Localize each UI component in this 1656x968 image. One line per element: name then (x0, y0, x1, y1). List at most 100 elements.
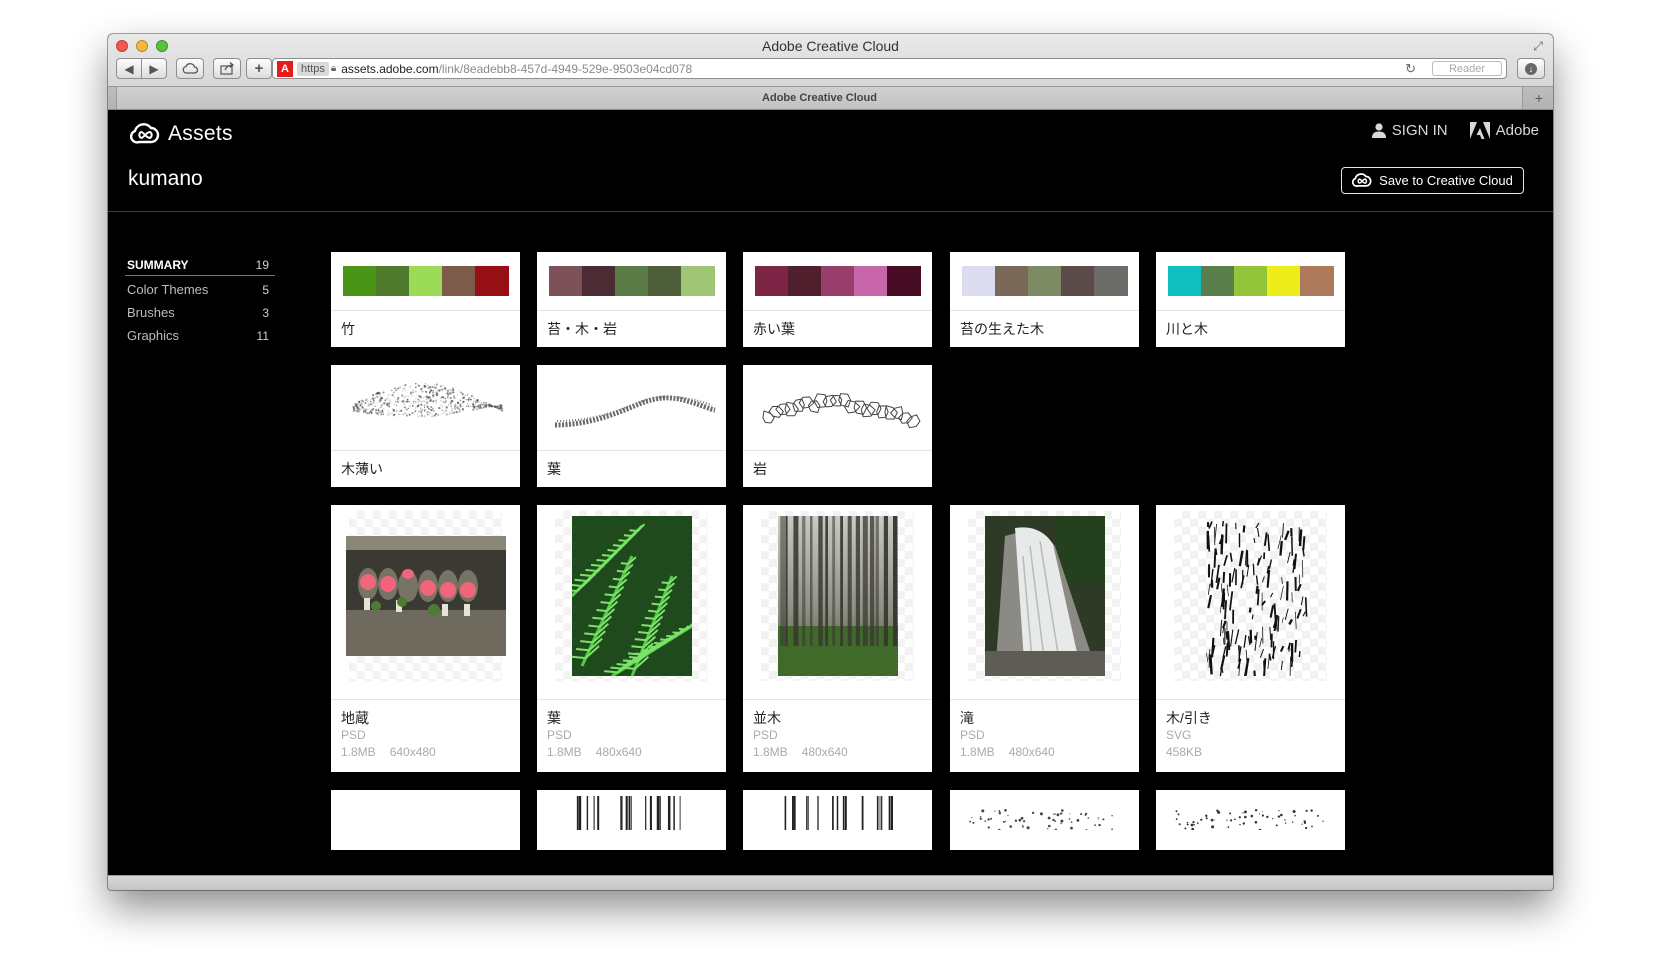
tab-bar: Adobe Creative Cloud + (108, 86, 1553, 109)
color-swatch (1027, 266, 1062, 296)
adobe-link[interactable]: Adobe (1469, 122, 1539, 139)
plus-icon: + (254, 60, 264, 77)
color-swatches (342, 266, 509, 296)
browser-status-bar (108, 875, 1553, 890)
brush-card[interactable]: 岩 (743, 365, 932, 487)
brush-stroke-cloud (352, 382, 504, 418)
graphic-card[interactable]: 木/引き SVG 458KB (1156, 505, 1345, 772)
theme-title: 苔の生えた木 (960, 321, 1044, 337)
graphic-card-partial[interactable] (950, 790, 1139, 850)
color-swatch (1233, 266, 1268, 296)
color-swatch (648, 266, 682, 296)
graphic-card[interactable]: 滝 PSD 1.8MB 480x640 (950, 505, 1139, 772)
file-info: 1.8MB 640x480 (341, 744, 510, 761)
color-theme-card[interactable]: 苔の生えた木 (950, 252, 1139, 347)
graphic-title: 葉 (547, 710, 561, 726)
sidebar-item-label: Brushes (127, 305, 175, 320)
file-dimensions: 480x640 (595, 745, 642, 759)
sign-in-link[interactable]: SIGN IN (1371, 122, 1448, 139)
save-to-creative-cloud-button[interactable]: Save to Creative Cloud (1341, 167, 1524, 194)
add-bookmark-button[interactable]: + (246, 58, 272, 79)
downloads-button[interactable]: ↓ (1517, 58, 1545, 79)
file-size: 1.8MB (960, 745, 995, 759)
sidebar-item-label: Color Themes (127, 282, 209, 297)
reader-button[interactable]: Reader (1432, 61, 1502, 76)
graphic-card-partial[interactable] (743, 790, 932, 850)
brush-stroke-wave (554, 395, 716, 428)
brush-card[interactable]: 木薄い (331, 365, 520, 487)
color-theme-card[interactable]: 川と木 (1156, 252, 1345, 347)
color-swatch (961, 266, 995, 296)
file-type: PSD (547, 728, 572, 742)
file-info: 1.8MB 480x640 (753, 744, 922, 761)
file-info: 458KB (1166, 744, 1335, 761)
swatch-area (1156, 252, 1345, 311)
assets-logo[interactable]: Assets (130, 122, 233, 146)
graphic-meta: 葉 PSD 1.8MB 480x640 (537, 700, 726, 761)
file-size: 1.8MB (341, 745, 376, 759)
color-swatch (1267, 266, 1301, 296)
window-title: Adobe Creative Cloud (762, 38, 899, 54)
brush-card[interactable]: 葉 (537, 365, 726, 487)
fern-thumbnail (571, 516, 692, 676)
file-size: 1.8MB (547, 745, 582, 759)
cloud-icon (182, 63, 198, 74)
theme-title: 赤い葉 (753, 321, 795, 337)
color-swatch (1300, 266, 1334, 296)
forest-thumbnail (777, 516, 898, 676)
graphic-meta: 並木 PSD 1.8MB 480x640 (743, 700, 932, 761)
folder-title: kumano (128, 167, 203, 190)
file-type: SVG (1166, 728, 1192, 742)
color-swatch (1167, 266, 1201, 296)
file-size: 1.8MB (753, 745, 788, 759)
sidebar-item-brushes[interactable]: Brushes 3 (125, 301, 275, 324)
color-theme-card[interactable]: 竹 (331, 252, 520, 347)
sidebar-item-color-themes[interactable]: Color Themes 5 (125, 278, 275, 301)
graphic-meta: 地蔵 PSD 1.8MB 640x480 (331, 700, 520, 761)
new-tab-button[interactable]: + (1527, 88, 1551, 108)
graphic-card-partial[interactable] (1156, 790, 1345, 850)
file-dimensions: 480x640 (801, 745, 848, 759)
adobe-label: Adobe (1495, 122, 1539, 139)
color-swatch (442, 266, 476, 296)
graphic-card-partial[interactable] (331, 790, 520, 850)
address-bar[interactable]: A https 🔒︎ assets.adobe.com/link/8eadebb… (272, 58, 1507, 79)
sidebar-item-label: Graphics (127, 328, 180, 343)
graphic-card[interactable]: 並木 PSD 1.8MB 480x640 (743, 505, 932, 772)
user-icon (1371, 123, 1386, 138)
forward-button[interactable]: ▶ (141, 58, 167, 79)
creative-cloud-icon (1352, 173, 1372, 187)
brush-preview (537, 365, 726, 451)
browser-window: Adobe Creative Cloud ⤢ ◀ ▶ + A https 🔒︎ … (108, 34, 1553, 890)
swatch-area (537, 252, 726, 311)
reload-icon[interactable]: ↻ (1405, 61, 1416, 77)
graphic-card-partial[interactable] (537, 790, 726, 850)
back-button[interactable]: ◀ (116, 58, 142, 79)
icloud-tabs-button[interactable] (176, 58, 204, 79)
sidebar-item-count: 19 (255, 257, 269, 272)
color-theme-card[interactable]: 赤い葉 (743, 252, 932, 347)
sidebar-item-graphics[interactable]: Graphics 11 (125, 324, 275, 347)
browser-chrome: Adobe Creative Cloud ⤢ ◀ ▶ + A https 🔒︎ … (108, 34, 1553, 110)
file-info: 1.8MB 480x640 (960, 744, 1129, 761)
lock-icon: 🔒︎ (330, 63, 337, 74)
graphic-card[interactable]: 葉 PSD 1.8MB 480x640 (537, 505, 726, 772)
graphic-preview (743, 505, 932, 700)
share-icon (219, 62, 234, 75)
url-host: assets.adobe.com (341, 61, 439, 76)
color-swatch (994, 266, 1028, 296)
brush-title: 岩 (753, 461, 767, 477)
color-swatch (375, 266, 409, 296)
header-divider (108, 211, 1553, 212)
sidebar-item-summary[interactable]: SUMMARY 19 (125, 254, 275, 276)
brush-title: 葉 (547, 461, 561, 477)
color-theme-card[interactable]: 苔・木・岩 (537, 252, 726, 347)
graphic-card[interactable]: 地蔵 PSD 1.8MB 640x480 (331, 505, 520, 772)
save-button-label: Save to Creative Cloud (1379, 173, 1513, 188)
graphic-title: 木/引き (1166, 710, 1212, 726)
share-button[interactable] (213, 58, 241, 79)
tab-adobe-creative-cloud[interactable]: Adobe Creative Cloud (116, 87, 1523, 109)
download-icon: ↓ (1525, 62, 1537, 75)
fullscreen-icon[interactable]: ⤢ (1531, 39, 1545, 53)
color-swatch (342, 266, 376, 296)
